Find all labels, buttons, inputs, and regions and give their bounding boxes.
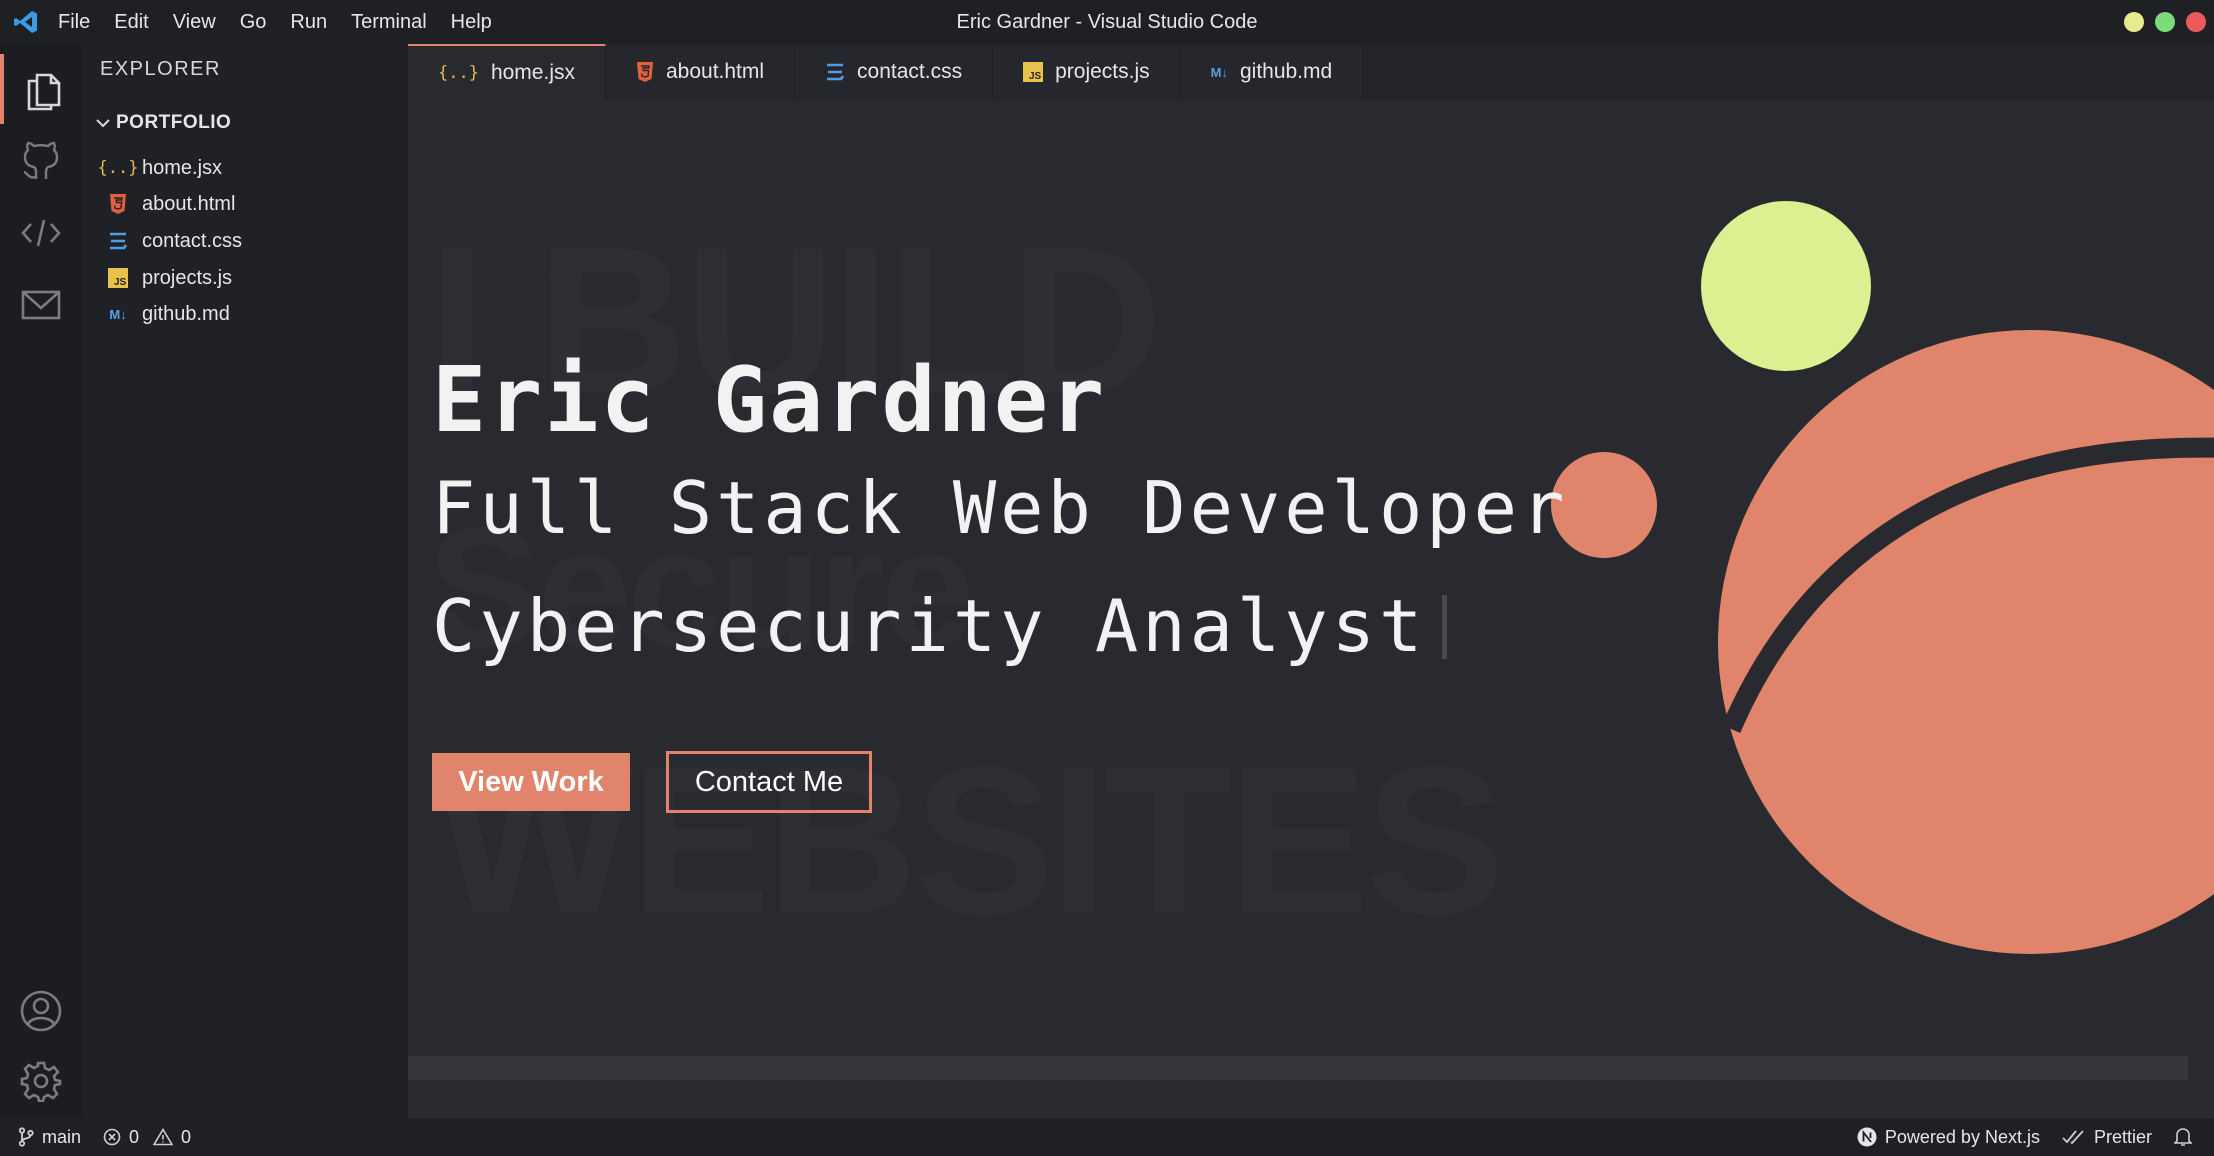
file-projects-js[interactable]: JS projects.js — [104, 262, 232, 294]
svg-text:JS: JS — [1029, 71, 1042, 82]
mail-icon — [21, 290, 61, 320]
hero-name: Eric Gardner — [432, 348, 1107, 453]
svg-text:JS: JS — [114, 277, 127, 288]
github-activity-button[interactable] — [0, 126, 82, 196]
markdown-icon: M↓ — [1210, 64, 1228, 80]
css3-icon — [104, 231, 132, 251]
tab-github-md[interactable]: M↓ github.md — [1180, 44, 1364, 100]
nextjs-status[interactable]: Powered by Next.js — [1857, 1127, 2040, 1148]
hero-role-text: Cybersecurity Analyst — [432, 584, 1427, 668]
menu-edit[interactable]: Edit — [114, 11, 148, 34]
menu-terminal[interactable]: Terminal — [351, 11, 427, 34]
tab-about-html[interactable]: about.html — [605, 44, 796, 100]
activity-bar — [0, 44, 82, 1118]
file-contact-css[interactable]: contact.css — [104, 225, 242, 257]
menu-help[interactable]: Help — [451, 11, 492, 34]
files-icon — [27, 73, 61, 111]
double-check-icon — [2062, 1130, 2084, 1145]
large-coral-circle — [1718, 330, 2214, 954]
file-about-html[interactable]: about.html — [104, 188, 235, 220]
account-button[interactable] — [0, 976, 82, 1046]
git-branch-icon — [18, 1127, 34, 1147]
horizontal-scrollbar[interactable] — [408, 1056, 2188, 1080]
git-branch-status[interactable]: main — [18, 1127, 81, 1148]
file-label: projects.js — [142, 266, 233, 289]
gear-icon — [20, 1061, 62, 1102]
file-label: about.html — [142, 192, 236, 215]
chevron-down-icon — [96, 119, 110, 128]
notifications-button[interactable] — [2174, 1127, 2192, 1147]
file-label: github.md — [142, 302, 230, 325]
explorer-sidebar: EXPLORER PORTFOLIO {..} home.jsx about.h… — [82, 44, 408, 1118]
jsx-braces-icon: {..} — [97, 158, 139, 178]
js-icon: JS — [1023, 62, 1044, 82]
tab-home-jsx[interactable]: {..} home.jsx — [408, 44, 606, 100]
minimize-button[interactable] — [2124, 12, 2144, 32]
typing-cursor — [1442, 595, 1448, 659]
mail-activity-button[interactable] — [0, 270, 82, 340]
folder-label: PORTFOLIO — [116, 112, 232, 133]
html5-icon — [104, 193, 132, 215]
warning-count: 0 — [181, 1126, 192, 1147]
branch-label: main — [42, 1126, 82, 1147]
hero-role-developer: Full Stack Web Developer — [432, 466, 1569, 550]
menu-view[interactable]: View — [173, 11, 216, 34]
menu-run[interactable]: Run — [290, 11, 327, 34]
github-icon — [23, 141, 59, 179]
editor-area: I BUILD Secure WEBSITES Eric Gardner Ful… — [408, 100, 2214, 1118]
explorer-activity-button[interactable] — [0, 54, 82, 124]
tab-label: github.md — [1239, 60, 1333, 83]
css3-icon — [825, 62, 845, 82]
prettier-status[interactable]: Prettier — [2062, 1127, 2152, 1148]
code-activity-button[interactable] — [0, 198, 82, 268]
html5-icon — [636, 61, 654, 83]
settings-button[interactable] — [0, 1046, 82, 1116]
lime-circle — [1701, 201, 1871, 371]
jsx-braces-icon: {..} — [438, 63, 479, 83]
tab-label: contact.css — [857, 60, 963, 83]
title-bar: File Edit View Go Run Terminal Help Eric… — [0, 0, 2214, 44]
contact-me-button[interactable]: Contact Me — [666, 751, 872, 813]
bell-icon — [2174, 1128, 2192, 1146]
nextjs-icon — [1857, 1127, 1877, 1147]
code-icon — [21, 219, 61, 247]
file-github-md[interactable]: M↓ github.md — [104, 298, 230, 330]
window-controls — [2124, 12, 2206, 32]
tab-projects-js[interactable]: JS projects.js — [993, 44, 1181, 100]
file-home-jsx[interactable]: {..} home.jsx — [97, 152, 223, 184]
error-icon — [103, 1128, 121, 1146]
hero-role-security: Cybersecurity Analyst — [432, 584, 1448, 668]
file-label: home.jsx — [142, 156, 223, 179]
close-button[interactable] — [2186, 12, 2206, 32]
markdown-icon: M↓ — [109, 306, 127, 322]
warning-icon — [153, 1128, 174, 1146]
menu-go[interactable]: Go — [240, 11, 267, 34]
file-label: contact.css — [142, 229, 243, 252]
view-work-button[interactable]: View Work — [432, 753, 630, 811]
powered-by-label: Powered by Next.js — [1884, 1126, 2040, 1147]
tab-contact-css[interactable]: contact.css — [795, 44, 994, 100]
editor-tab-bar: {..} home.jsx about.html contact.css JS … — [408, 44, 2214, 100]
tab-label: projects.js — [1055, 60, 1150, 83]
menu-file[interactable]: File — [58, 11, 90, 34]
vscode-logo-icon — [8, 0, 44, 44]
prettier-label: Prettier — [2093, 1126, 2152, 1147]
explorer-title: EXPLORER — [100, 58, 221, 80]
tab-label: home.jsx — [490, 61, 575, 84]
error-count: 0 — [129, 1126, 140, 1147]
status-bar: main 0 0 Powered by Next.js Prettier — [0, 1118, 2214, 1156]
maximize-button[interactable] — [2155, 12, 2175, 32]
account-icon — [20, 990, 62, 1032]
menu-bar: File Edit View Go Run Terminal Help — [58, 11, 516, 34]
js-icon: JS — [104, 268, 132, 288]
folder-portfolio[interactable]: PORTFOLIO — [96, 112, 231, 134]
tab-label: about.html — [665, 60, 765, 83]
problems-status[interactable]: 0 0 — [103, 1127, 191, 1148]
